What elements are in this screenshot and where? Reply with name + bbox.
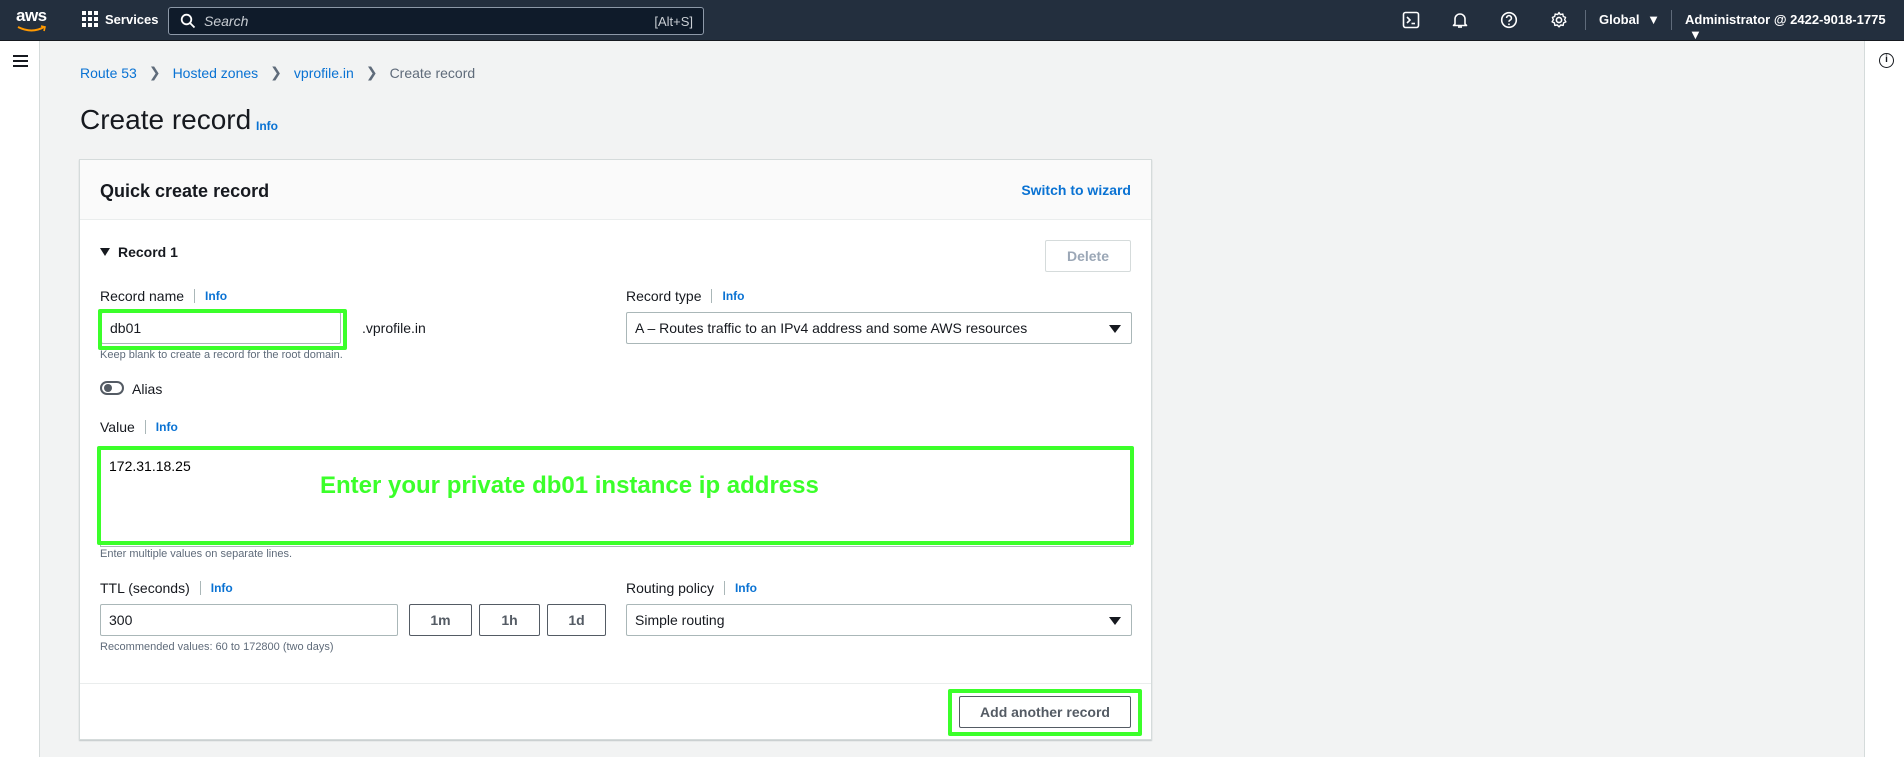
record-type-value: A – Routes traffic to an IPv4 address an…: [635, 320, 1028, 336]
account-label: Administrator @ 2422-9018-1775: [1685, 12, 1886, 27]
alias-label: Alias: [132, 381, 163, 397]
record-header-label: Record 1: [118, 244, 178, 260]
cloudshell-icon[interactable]: [1402, 11, 1420, 29]
record-name-suffix: .vprofile.in: [362, 320, 426, 336]
ttl-hint: Recommended values: 60 to 172800 (two da…: [100, 641, 334, 653]
search-icon: [180, 13, 196, 29]
record-name-hint: Keep blank to create a record for the ro…: [100, 349, 343, 361]
quick-create-panel: Quick create record Switch to wizard Rec…: [79, 159, 1152, 740]
services-label: Services: [105, 11, 159, 27]
panel-title: Quick create record: [100, 181, 270, 201]
region-selector[interactable]: Global ▼: [1599, 12, 1660, 27]
search-bar[interactable]: [Alt+S]: [168, 7, 704, 35]
ttl-label-text: TTL (seconds): [100, 580, 190, 596]
breadcrumb-route53[interactable]: Route 53: [80, 65, 137, 81]
search-shortcut: [Alt+S]: [654, 14, 693, 29]
aws-logo[interactable]: aws: [16, 6, 52, 34]
breadcrumb: Route 53 ❯ Hosted zones ❯ vprofile.in ❯ …: [80, 64, 475, 81]
value-label-text: Value: [100, 419, 135, 435]
alias-toggle[interactable]: [100, 381, 124, 395]
ttl-input[interactable]: [100, 604, 398, 636]
record-name-label: Record name Info: [100, 288, 227, 304]
caret-down-icon: [1109, 325, 1121, 333]
notifications-bell-icon[interactable]: [1451, 11, 1469, 29]
page-title: Create record: [80, 104, 252, 135]
services-menu-button[interactable]: Services: [82, 11, 159, 27]
tools-panel-strip: i: [1864, 41, 1904, 757]
grid-icon: [82, 11, 98, 27]
record-name-input[interactable]: [101, 312, 341, 344]
aws-smile-icon: [17, 25, 46, 32]
routing-policy-value: Simple routing: [635, 612, 725, 628]
switch-to-wizard-link[interactable]: Switch to wizard: [1021, 182, 1131, 198]
record-type-select[interactable]: A – Routes traffic to an IPv4 address an…: [626, 312, 1132, 344]
nav-divider: [1671, 10, 1672, 30]
panel-footer: Add another record: [80, 683, 1151, 740]
toggle-knob: [104, 384, 112, 392]
region-caret-icon: ▼: [1647, 12, 1660, 27]
record-1-expander[interactable]: Record 1: [100, 244, 178, 260]
routing-policy-select[interactable]: Simple routing: [626, 604, 1132, 636]
caret-down-icon: [100, 248, 110, 256]
nav-divider: [1585, 10, 1586, 30]
caret-down-icon: [1109, 617, 1121, 625]
routing-policy-label: Routing policy Info: [626, 580, 757, 596]
add-another-record-button[interactable]: Add another record: [959, 696, 1131, 728]
hamburger-menu-icon[interactable]: [13, 55, 28, 67]
info-panel-icon[interactable]: i: [1879, 53, 1894, 68]
breadcrumb-current: Create record: [389, 64, 476, 81]
ttl-label: TTL (seconds) Info: [100, 580, 233, 596]
record-type-label: Record type Info: [626, 288, 744, 304]
value-label: Value Info: [100, 419, 178, 435]
annotation-text: Enter your private db01 instance ip addr…: [320, 472, 819, 499]
page-info-link[interactable]: Info: [256, 119, 278, 133]
aws-logo-text: aws: [16, 6, 47, 25]
panel-header: Quick create record Switch to wizard: [80, 160, 1151, 220]
value-hint: Enter multiple values on separate lines.: [100, 548, 292, 560]
chevron-right-icon: ❯: [270, 64, 282, 80]
account-caret-icon: ▼: [1689, 27, 1702, 42]
ttl-1m-button[interactable]: 1m: [409, 604, 472, 636]
settings-gear-icon[interactable]: [1550, 11, 1568, 29]
ttl-1h-button[interactable]: 1h: [479, 604, 540, 636]
region-label: Global: [1599, 12, 1640, 27]
help-icon[interactable]: [1500, 11, 1518, 29]
account-menu[interactable]: Administrator @ 2422-9018-1775 ▼: [1685, 12, 1904, 42]
chevron-right-icon: ❯: [148, 64, 161, 80]
delete-button[interactable]: Delete: [1045, 240, 1131, 272]
record-type-label-text: Record type: [626, 288, 702, 304]
search-input[interactable]: [204, 13, 624, 29]
value-info-link[interactable]: Info: [156, 420, 178, 434]
ttl-info-link[interactable]: Info: [211, 581, 233, 595]
record-name-label-text: Record name: [100, 288, 185, 304]
top-navigation: aws Services [Alt+S]: [0, 0, 1904, 42]
ttl-1d-button[interactable]: 1d: [547, 604, 606, 636]
routing-policy-label-text: Routing policy: [626, 580, 714, 596]
breadcrumb-zone[interactable]: vprofile.in: [294, 65, 354, 81]
side-navigation-strip: [0, 41, 40, 757]
record-type-info-link[interactable]: Info: [722, 289, 744, 303]
routing-policy-info-link[interactable]: Info: [735, 581, 757, 595]
chevron-right-icon: ❯: [365, 64, 378, 80]
record-name-info-link[interactable]: Info: [205, 289, 227, 303]
breadcrumb-hosted-zones[interactable]: Hosted zones: [173, 65, 259, 81]
